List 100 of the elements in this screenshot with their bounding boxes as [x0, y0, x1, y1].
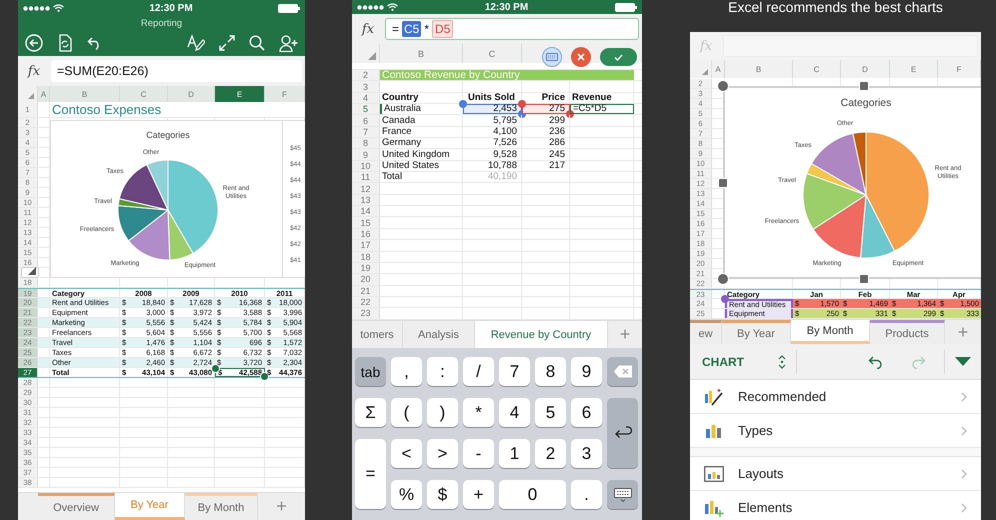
- search-icon[interactable]: [249, 35, 265, 51]
- column-header[interactable]: B: [380, 44, 463, 63]
- menu-item[interactable]: Layouts: [690, 457, 981, 491]
- keyboard-key[interactable]: $: [427, 480, 458, 509]
- row-header[interactable]: 2: [352, 70, 380, 80]
- column-header[interactable]: F: [938, 60, 981, 78]
- column-header[interactable]: A: [712, 60, 725, 78]
- add-sheet-button[interactable]: +: [608, 321, 642, 348]
- keyboard-key[interactable]: 6: [571, 398, 602, 427]
- row-header[interactable]: 8: [352, 138, 380, 148]
- column-header[interactable]: C: [463, 44, 522, 63]
- keyboard-key[interactable]: 9: [571, 357, 602, 386]
- column-header[interactable]: B: [725, 60, 793, 78]
- menu-item[interactable]: Types: [690, 414, 981, 448]
- ribbon-tab-selector[interactable]: CHART: [702, 354, 744, 368]
- keyboard-key[interactable]: tab: [355, 357, 386, 386]
- sheet-tab[interactable]: By Year: [115, 493, 185, 520]
- resize-handle[interactable]: [859, 274, 869, 284]
- selection-handle[interactable]: [260, 372, 269, 381]
- row-header[interactable]: 5: [352, 104, 380, 114]
- resize-handle[interactable]: [717, 273, 729, 285]
- keyboard-key[interactable]: *: [463, 398, 494, 427]
- row-header[interactable]: 11: [352, 172, 380, 182]
- row-header[interactable]: 21: [352, 286, 380, 296]
- sheet-tab[interactable]: By Month: [185, 493, 258, 520]
- column-header[interactable]: E: [215, 86, 265, 102]
- formula-field[interactable]: = C5 * D5: [385, 18, 639, 40]
- keyboard-key[interactable]: %: [391, 480, 422, 509]
- row-header[interactable]: 22: [352, 296, 380, 308]
- row-header[interactable]: 9: [352, 149, 380, 160]
- resize-handle[interactable]: [717, 80, 729, 92]
- menu-item[interactable]: Elements: [690, 491, 981, 520]
- keyboard-key[interactable]: 2: [535, 439, 566, 468]
- row-header[interactable]: 10: [352, 160, 380, 172]
- row-header[interactable]: 6: [352, 115, 380, 126]
- resize-handle[interactable]: [718, 178, 728, 188]
- pen-icon[interactable]: [187, 34, 205, 52]
- hide-keyboard-key[interactable]: [607, 480, 638, 509]
- row-header[interactable]: 17: [352, 240, 380, 250]
- keyboard-key[interactable]: (: [391, 398, 422, 427]
- keyboard-key[interactable]: =: [355, 439, 386, 509]
- keyboard-key[interactable]: 0: [499, 480, 566, 509]
- document-icon[interactable]: [57, 34, 73, 52]
- table-cell: United Kingdom: [382, 150, 450, 160]
- column-header[interactable]: F: [265, 86, 305, 102]
- row-header[interactable]: 4: [352, 92, 380, 104]
- sheet-tab[interactable]: Revenue by Country: [475, 321, 608, 348]
- selection-handle[interactable]: [721, 295, 729, 303]
- formula-field[interactable]: =SUM(E20:E26): [51, 60, 302, 82]
- sheet-tab[interactable]: By Month: [791, 320, 870, 344]
- column-header[interactable]: D: [841, 60, 890, 78]
- keyboard-key[interactable]: .: [571, 480, 602, 509]
- keyboard-key[interactable]: ): [427, 398, 458, 427]
- row-header[interactable]: 19: [352, 262, 380, 274]
- keyboard-key[interactable]: 5: [535, 398, 566, 427]
- keyboard-key[interactable]: <: [391, 439, 422, 468]
- column-header[interactable]: B: [50, 86, 120, 102]
- keyboard-key[interactable]: +: [463, 480, 494, 509]
- expand-icon[interactable]: [219, 35, 235, 51]
- undo-icon[interactable]: [868, 354, 884, 368]
- reference-handle[interactable]: [459, 100, 467, 108]
- row-header[interactable]: 7: [352, 126, 380, 138]
- keyboard-key[interactable]: Σ: [355, 398, 386, 427]
- keyboard-key[interactable]: /: [463, 357, 494, 386]
- keyboard-key[interactable]: 1: [499, 439, 530, 468]
- cell-reference: C5: [402, 21, 422, 37]
- corner-toggle-button[interactable]: [21, 267, 39, 278]
- keyboard-key[interactable]: 7: [499, 357, 530, 386]
- keyboard-key[interactable]: :: [427, 357, 458, 386]
- collapse-icon[interactable]: [955, 357, 971, 366]
- column-header[interactable]: C: [120, 86, 168, 102]
- column-header[interactable]: E: [890, 60, 938, 78]
- add-sheet-button[interactable]: +: [258, 493, 305, 520]
- keyboard-key[interactable]: -: [463, 439, 494, 468]
- keyboard-key[interactable]: 3: [571, 439, 602, 468]
- resize-handle[interactable]: [859, 81, 869, 91]
- row-header[interactable]: 3: [352, 81, 380, 92]
- keyboard-key[interactable]: 8: [535, 357, 566, 386]
- add-sheet-button[interactable]: +: [945, 320, 981, 344]
- table-header: Units Sold: [468, 92, 515, 103]
- row-header[interactable]: 15: [352, 217, 380, 228]
- selection-handle[interactable]: [211, 364, 220, 373]
- row-header[interactable]: 14: [352, 206, 380, 216]
- row-header[interactable]: 13: [352, 194, 380, 206]
- column-header[interactable]: A: [38, 86, 50, 102]
- keyboard-key[interactable]: 4: [499, 398, 530, 427]
- keyboard-key[interactable]: ,: [391, 357, 422, 386]
- table-header: Revenue: [572, 92, 612, 103]
- row-header[interactable]: 20: [352, 274, 380, 285]
- row-header[interactable]: 23: [352, 308, 380, 319]
- keyboard-key[interactable]: >: [427, 439, 458, 468]
- back-icon[interactable]: [25, 34, 43, 52]
- row-header[interactable]: 16: [352, 228, 380, 240]
- add-person-icon[interactable]: [279, 34, 298, 52]
- row-header[interactable]: 18: [352, 252, 380, 262]
- up-down-icon[interactable]: [778, 354, 786, 368]
- row-header[interactable]: 12: [352, 183, 380, 194]
- column-header[interactable]: C: [793, 60, 841, 78]
- menu-item[interactable]: Recommended: [690, 380, 981, 414]
- confirm-button[interactable]: [600, 48, 637, 66]
